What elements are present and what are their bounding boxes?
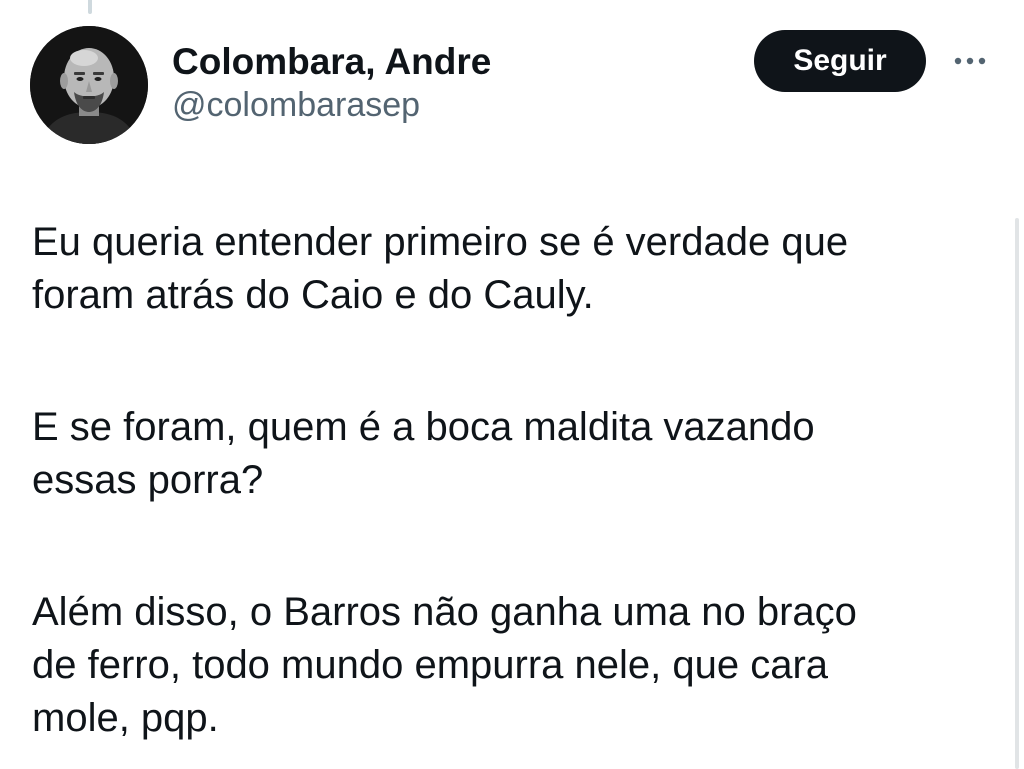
follow-button[interactable]: Seguir (754, 30, 926, 92)
tweet-line: E se foram, quem é a boca maldita vazand… (32, 405, 815, 449)
tweet-line: Eu queria entender primeiro se é verdade… (32, 220, 849, 264)
tweet-line: mole, pqp. (32, 696, 219, 740)
avatar-photo (30, 26, 148, 144)
tweet-line: de ferro, todo mundo empurra nele, que c… (32, 643, 829, 687)
avatar[interactable] (30, 26, 148, 144)
tweet-paragraph: Eu queria entender primeiro se é verdade… (32, 216, 992, 322)
tweet-line: essas porra? (32, 458, 264, 502)
tweet-text: Eu queria entender primeiro se é verdade… (32, 216, 992, 745)
tweet-header: Colombara, Andre @colombarasep Seguir (30, 26, 1000, 146)
tweet-line: foram atrás do Caio e do Cauly. (32, 273, 594, 317)
more-options-button[interactable] (946, 44, 994, 78)
tweet-paragraph: Além disso, o Barros não ganha uma no br… (32, 586, 992, 745)
more-horizontal-icon (954, 57, 986, 65)
author-info: Colombara, Andre @colombarasep (172, 42, 491, 126)
tweet-paragraph: E se foram, quem é a boca maldita vazand… (32, 401, 992, 507)
tweet-line: Além disso, o Barros não ganha uma no br… (32, 590, 857, 634)
thread-connector-line (88, 0, 92, 14)
author-handle[interactable]: @colombarasep (172, 84, 491, 126)
scrollbar[interactable] (1015, 218, 1019, 769)
author-display-name[interactable]: Colombara, Andre (172, 42, 491, 82)
